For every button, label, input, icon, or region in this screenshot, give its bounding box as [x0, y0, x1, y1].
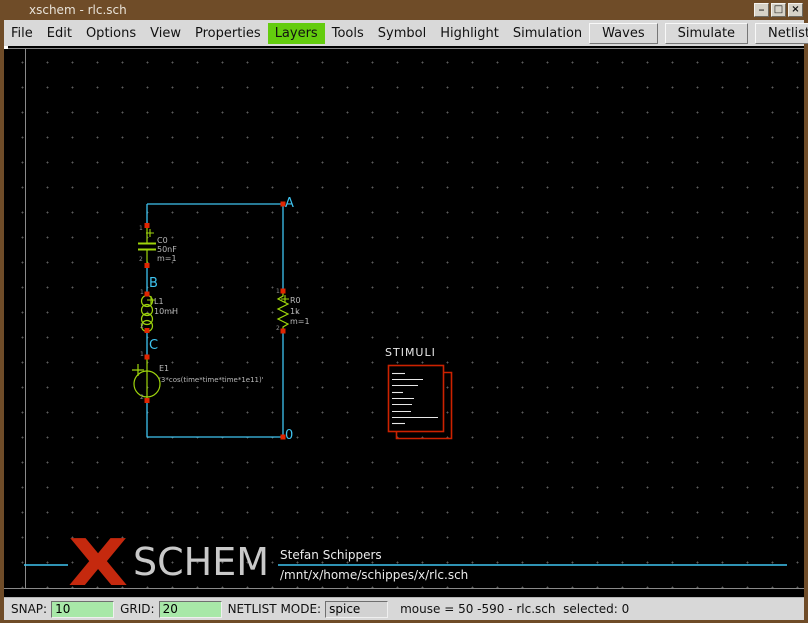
- stimuli-title[interactable]: STIMULI: [385, 347, 436, 358]
- capacitor-value: 50nF: [157, 246, 177, 254]
- capacitor-name: C0: [157, 237, 168, 245]
- schematic-canvas[interactable]: A B C 0 C0 50nF m=1 1 2 L1 10mH 1 2 E1 '…: [4, 46, 804, 597]
- grid-label: GRID:: [120, 602, 154, 616]
- menu-tools[interactable]: Tools: [325, 23, 371, 44]
- window-title: xschem - rlc.sch: [29, 3, 127, 17]
- vsource-pin-number: 1: [140, 352, 144, 358]
- inductor-value: 10mH: [154, 308, 178, 316]
- inductor-name: L1: [154, 298, 164, 306]
- inductor-pin-number: 1: [140, 290, 144, 296]
- resistor-pin-number: 2: [276, 326, 280, 332]
- canvas-corner-artifact: [4, 46, 8, 49]
- minimize-icon: _: [759, 0, 764, 11]
- net-label-b[interactable]: B: [149, 277, 158, 290]
- vsource-value: '3*cos(time*time*time*1e11)': [159, 377, 264, 384]
- capacitor-pin-number: 2: [139, 257, 143, 263]
- mouse-status-text: mouse = 50 -590 - rlc.sch selected: 0: [400, 602, 629, 616]
- close-button[interactable]: ×: [788, 3, 803, 17]
- waves-button[interactable]: Waves: [589, 23, 657, 44]
- window-controls: _ □ ×: [754, 3, 803, 17]
- netlist-button[interactable]: Netlist: [755, 23, 808, 44]
- netlist-mode-label: NETLIST MODE:: [228, 602, 322, 616]
- capacitor-mult: m=1: [157, 255, 177, 263]
- file-path: /mnt/x/home/schippes/x/rlc.sch: [280, 569, 468, 581]
- vsource-shape: [132, 357, 160, 400]
- menu-symbol[interactable]: Symbol: [371, 23, 433, 44]
- resistor-name: R0: [290, 297, 301, 305]
- net-label-c[interactable]: C: [149, 339, 158, 352]
- resistor-value: 1k: [290, 308, 300, 316]
- capacitor-pin-number: 1: [139, 226, 143, 232]
- close-icon: ×: [791, 4, 799, 15]
- stimuli-document[interactable]: [389, 366, 452, 439]
- menu-highlight[interactable]: Highlight: [433, 23, 506, 44]
- schematic-drawing: [4, 46, 804, 597]
- menu-layers[interactable]: Layers: [268, 23, 325, 44]
- menu-edit[interactable]: Edit: [40, 23, 79, 44]
- author-credit: Stefan Schippers: [280, 549, 382, 561]
- statusbar: SNAP: GRID: NETLIST MODE: mouse = 50 -59…: [4, 597, 804, 620]
- net-label-gnd[interactable]: 0: [285, 429, 293, 442]
- xschem-window: xschem - rlc.sch _ □ × File Edit Options…: [0, 0, 808, 623]
- resistor-pin-number: 1: [276, 289, 280, 295]
- grid-input[interactable]: [159, 601, 222, 618]
- menu-simulation[interactable]: Simulation: [506, 23, 589, 44]
- xschem-logo-x: X: [68, 532, 128, 596]
- minimize-button[interactable]: _: [754, 3, 769, 17]
- snap-label: SNAP:: [11, 602, 47, 616]
- simulate-button[interactable]: Simulate: [665, 23, 748, 44]
- net-label-a[interactable]: A: [285, 197, 294, 210]
- netlist-mode-input[interactable]: [325, 601, 388, 618]
- menu-file[interactable]: File: [4, 23, 40, 44]
- maximize-button[interactable]: □: [771, 3, 786, 17]
- xschem-logo-text: SCHEM: [133, 543, 269, 581]
- vsource-pin-number: 2: [140, 395, 144, 401]
- maximize-icon: □: [774, 4, 783, 15]
- vsource-symbol[interactable]: [132, 355, 160, 404]
- inductor-pins: [145, 292, 150, 334]
- menu-view[interactable]: View: [143, 23, 188, 44]
- titlebar[interactable]: xschem - rlc.sch _ □ ×: [0, 0, 808, 20]
- menubar: File Edit Options View Properties Layers…: [4, 20, 804, 46]
- polarity-plus-icon: [132, 364, 144, 376]
- menu-properties[interactable]: Properties: [188, 23, 268, 44]
- menu-options[interactable]: Options: [79, 23, 143, 44]
- inductor-pin-number: 2: [140, 324, 144, 330]
- vsource-name: E1: [159, 365, 169, 373]
- snap-input[interactable]: [51, 601, 114, 618]
- resistor-mult: m=1: [290, 318, 310, 326]
- sheet-boundary: [4, 48, 804, 589]
